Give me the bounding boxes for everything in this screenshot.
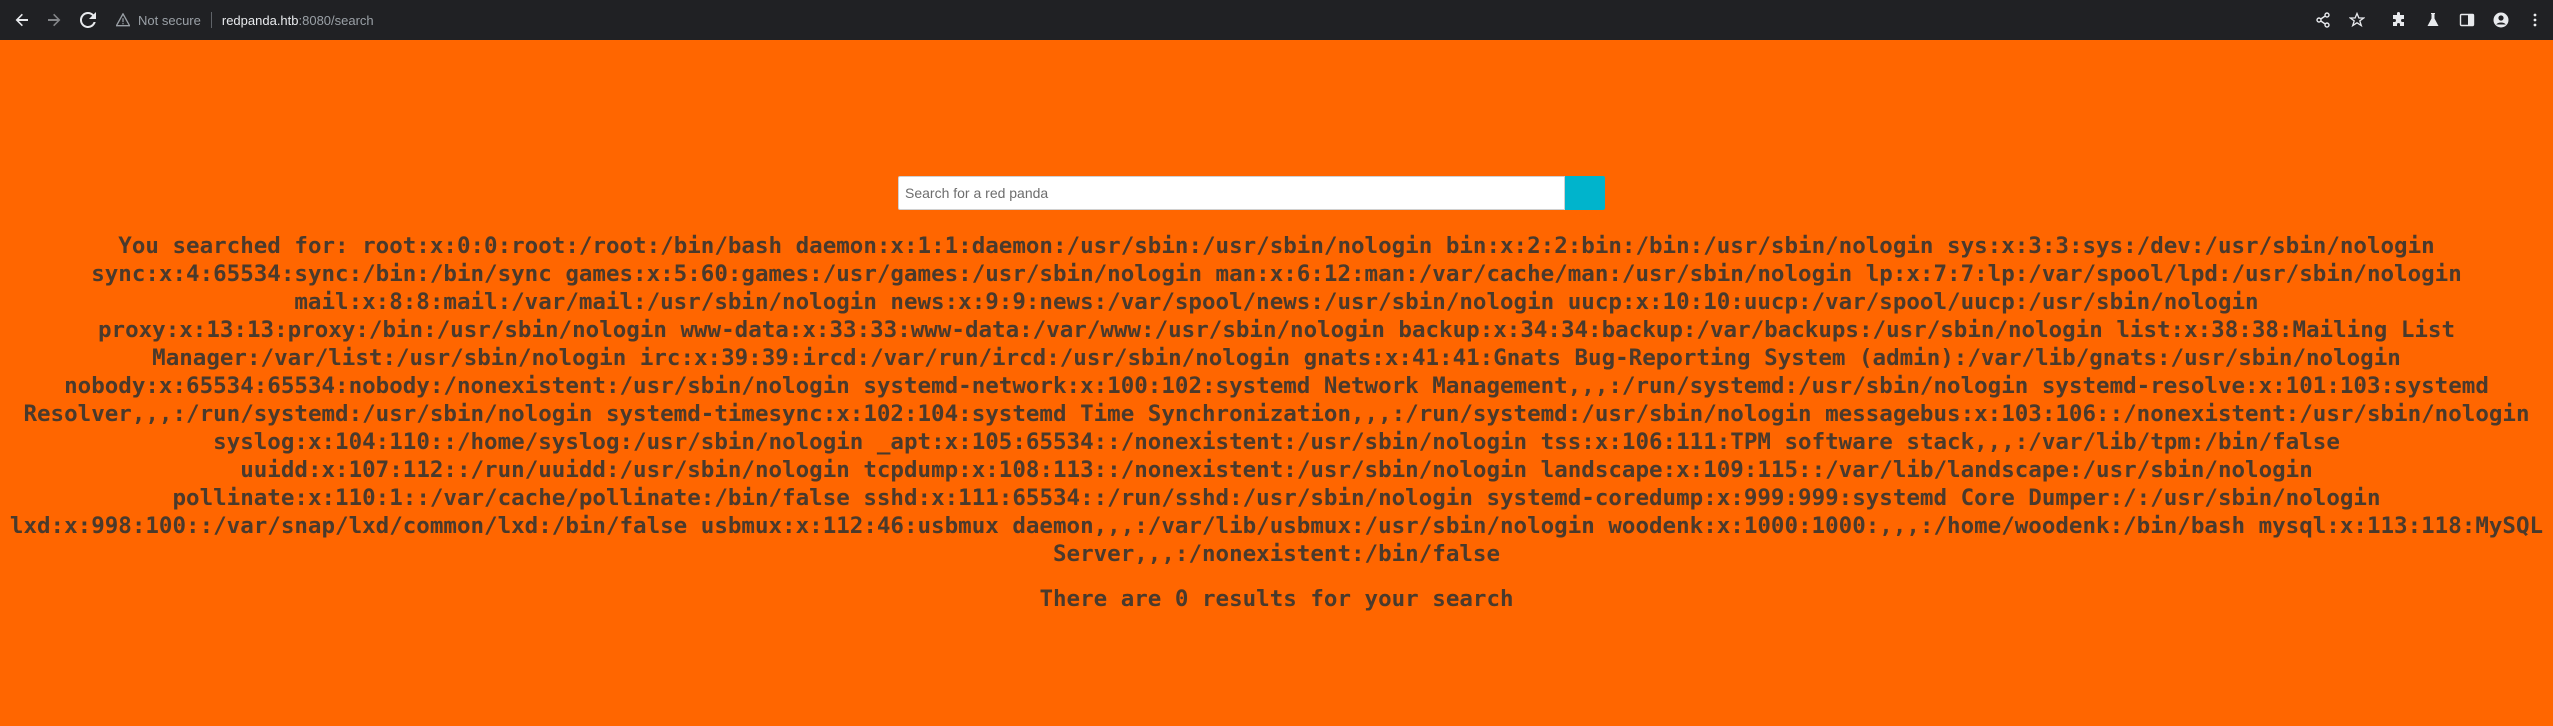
page-content: You searched for: root:x:0:0:root:/root:… (0, 40, 2553, 726)
url-path: :8080/search (298, 12, 374, 28)
results-count-text: There are 0 results for your search (1039, 586, 1514, 612)
search-button[interactable] (1565, 176, 1605, 210)
kebab-menu-icon (2533, 13, 2537, 27)
profile-button[interactable] (2485, 4, 2517, 36)
browser-toolbar: Not secure redpanda.htb:8080/search (0, 0, 2553, 40)
avatar-icon (2493, 12, 2509, 28)
share-button[interactable] (2307, 4, 2339, 36)
flask-icon (2427, 13, 2439, 26)
forward-button[interactable] (40, 6, 68, 34)
address-separator (210, 12, 212, 28)
address-bar[interactable]: Not secure redpanda.htb:8080/search (116, 6, 374, 34)
reload-button[interactable] (74, 6, 102, 34)
side-panel-button[interactable] (2451, 4, 2483, 36)
back-button[interactable] (8, 6, 36, 34)
labs-button[interactable] (2417, 4, 2449, 36)
toolbar-actions (2307, 0, 2553, 40)
searched-for-text: You searched for: root:x:0:0:root:/root:… (9, 233, 2544, 567)
reload-icon (80, 12, 96, 28)
security-status[interactable]: Not secure (138, 13, 201, 28)
search-form (898, 176, 1605, 210)
search-input[interactable] (898, 176, 1565, 210)
warning-triangle-icon (116, 13, 130, 27)
browser-menu-button[interactable] (2519, 4, 2551, 36)
puzzle-icon (2393, 12, 2404, 26)
bookmark-button[interactable] (2341, 4, 2373, 36)
share-icon (2316, 12, 2330, 28)
side-panel-icon (2459, 13, 2475, 27)
arrow-left-icon (15, 13, 28, 27)
url-host: redpanda.htb (221, 12, 299, 28)
extensions-button[interactable] (2383, 4, 2415, 36)
arrow-right-icon (48, 13, 61, 27)
star-icon (2349, 12, 2365, 28)
